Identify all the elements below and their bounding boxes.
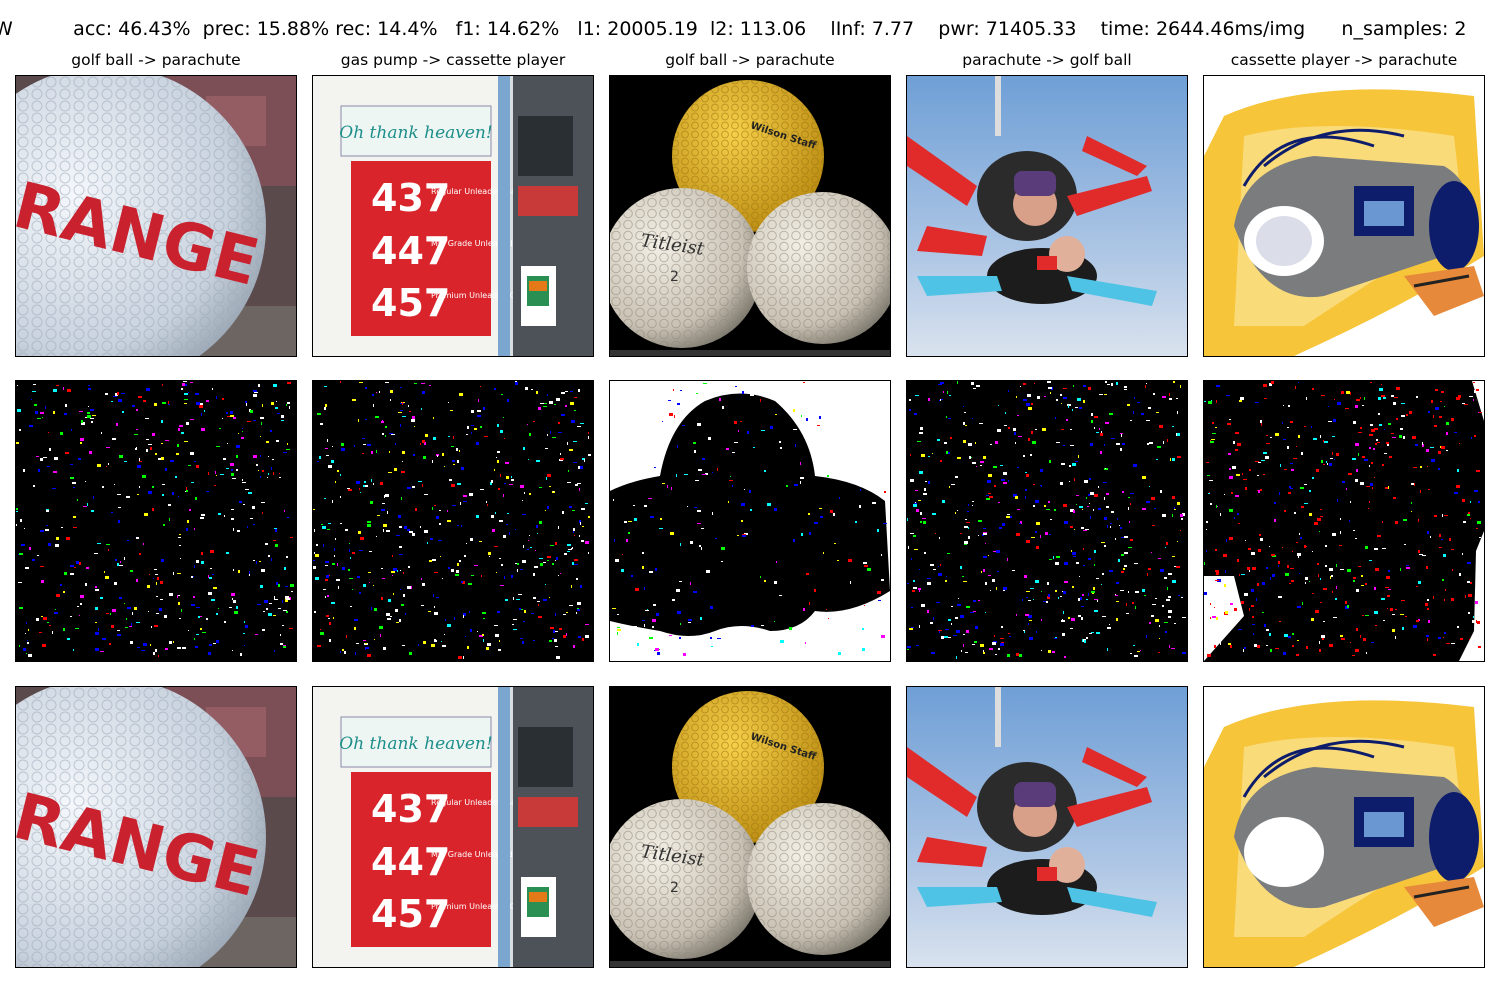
column-title-4: parachute -> golf ball bbox=[962, 51, 1132, 69]
original-image-tandem-skydivers bbox=[906, 75, 1188, 357]
svg-text:437: 437 bbox=[371, 176, 450, 220]
column-title-1: golf ball -> parachute bbox=[71, 51, 241, 69]
original-image-gas-price-sign: Oh thank heaven! 437 447 457 Regular Unl… bbox=[312, 75, 594, 357]
perturbation-image-2 bbox=[312, 380, 594, 662]
svg-text:457: 457 bbox=[371, 892, 450, 936]
metrics-title: W acc: 46.43% prec: 15.88% rec: 14.4% f1… bbox=[0, 18, 1467, 40]
svg-text:Oh thank heaven!: Oh thank heaven! bbox=[339, 734, 492, 754]
adversarial-image-gas-price-sign: Oh thank heaven! 437 447 457 Regular Unl… bbox=[312, 686, 594, 968]
original-image-golf-ball-range: RANGE bbox=[15, 75, 297, 357]
svg-text:2: 2 bbox=[670, 880, 679, 896]
svg-text:2: 2 bbox=[670, 269, 679, 285]
perturbation-image-1 bbox=[15, 380, 297, 662]
adversarial-image-tandem-skydivers bbox=[906, 686, 1188, 968]
perturbation-image-5 bbox=[1203, 380, 1485, 662]
svg-text:457: 457 bbox=[371, 281, 450, 325]
svg-text:447: 447 bbox=[371, 229, 450, 273]
original-image-three-golf-balls: Wilson Staff Titleist 2 bbox=[609, 75, 891, 357]
svg-text:447: 447 bbox=[371, 840, 450, 884]
perturbation-image-3 bbox=[609, 380, 891, 662]
svg-text:437: 437 bbox=[371, 787, 450, 831]
adversarial-image-three-golf-balls: Wilson Staff Titleist 2 bbox=[609, 686, 891, 968]
perturbation-image-4 bbox=[906, 380, 1188, 662]
adversarial-image-golf-ball-range: RANGE bbox=[15, 686, 297, 968]
column-title-3: golf ball -> parachute bbox=[665, 51, 835, 69]
column-title-2: gas pump -> cassette player bbox=[340, 51, 566, 69]
column-title-5: cassette player -> parachute bbox=[1230, 51, 1458, 69]
adversarial-image-boombox-clipart bbox=[1203, 686, 1485, 968]
svg-text:Oh thank heaven!: Oh thank heaven! bbox=[339, 123, 492, 143]
original-image-boombox-clipart bbox=[1203, 75, 1485, 357]
